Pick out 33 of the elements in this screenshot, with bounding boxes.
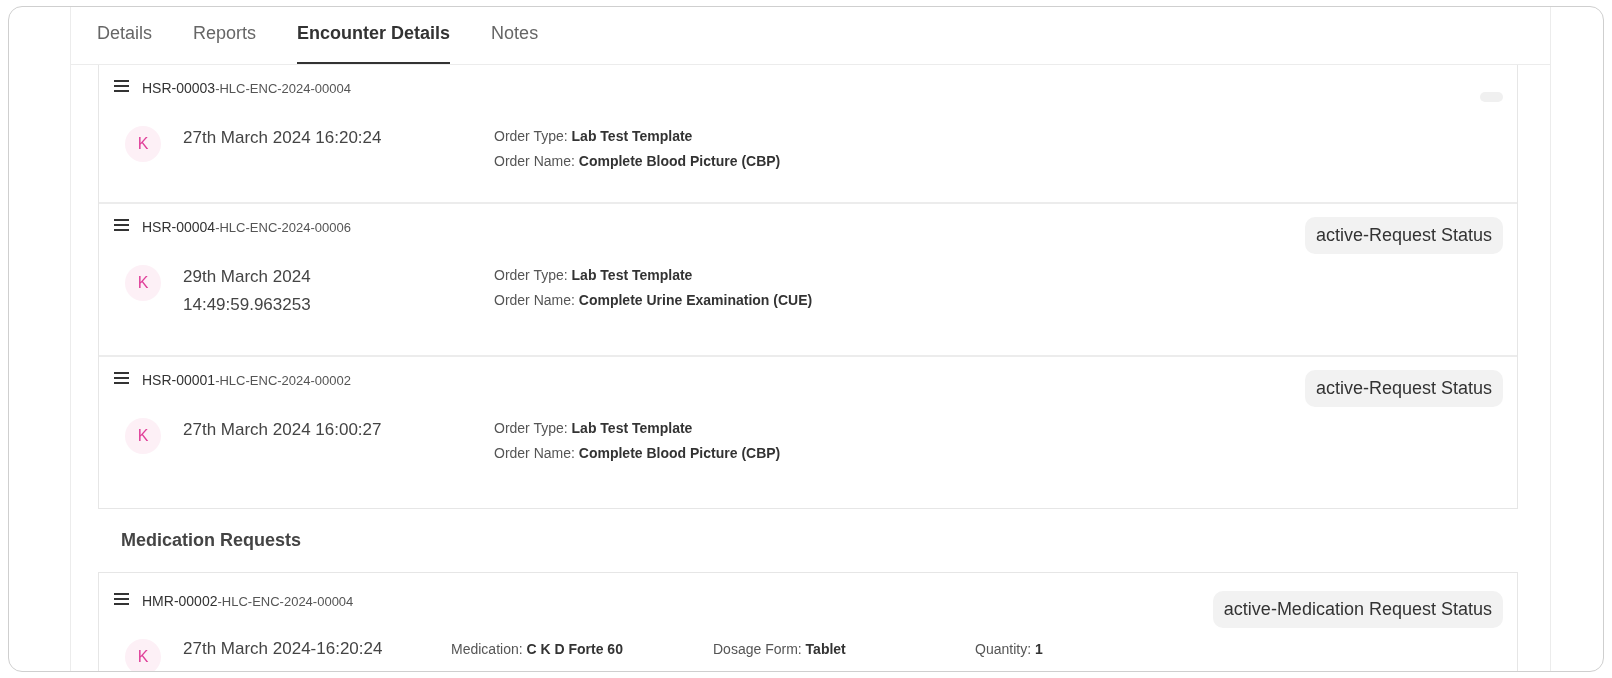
menu-icon[interactable] — [113, 371, 130, 385]
tab[interactable]: Reports — [193, 20, 257, 64]
order-field: Order Name: Complete Blood Picture (CBP) — [494, 151, 781, 172]
status-badge: active-Medication Request Status — [1212, 591, 1503, 628]
request-id: HMR-00002-HLC-ENC-2024-00004 — [142, 592, 354, 611]
order-field: Quantity: 1 — [975, 639, 1237, 660]
tab[interactable]: Notes — [491, 20, 539, 64]
order-field: Order Name: Complete Blood Picture (CBP) — [494, 443, 781, 464]
order-field: Order Type: Lab Test Template — [494, 418, 781, 439]
tab[interactable]: Encounter Details — [297, 20, 451, 64]
status-badge: active-Request Status — [1304, 370, 1503, 407]
order-date: 29th March 2024 14:49:59.963253 — [183, 266, 312, 316]
section-title: Medication Requests — [120, 529, 303, 552]
order-field: Order Name: Complete Urine Examination (CUE) — [494, 290, 813, 311]
tab[interactable]: Details — [97, 20, 153, 64]
order-date: 27th March 2024 16:20:24 — [183, 127, 383, 149]
order-field: Order Type: Lab Test Template — [494, 126, 781, 147]
avatar: K — [125, 418, 161, 454]
menu-icon[interactable] — [113, 592, 130, 606]
avatar: K — [125, 126, 161, 162]
order-field: Order Type: Lab Test Template — [494, 265, 813, 286]
avatar: K — [125, 639, 161, 671]
menu-icon[interactable] — [113, 79, 130, 93]
order-date: 27th March 2024-16:20:24 — [183, 638, 384, 660]
request-id: HSR-00004-HLC-ENC-2024-00006 — [142, 218, 351, 237]
status-badge: active-Request Status — [1304, 217, 1503, 254]
order-date: 27th March 2024 16:00:27 — [183, 419, 383, 441]
avatar: K — [125, 265, 161, 301]
request-id: HSR-00003-HLC-ENC-2024-00004 — [142, 79, 351, 98]
request-id: HSR-00001-HLC-ENC-2024-00002 — [142, 371, 351, 390]
order-field: Medication: C K D Forte 60 — [451, 639, 713, 660]
menu-icon[interactable] — [113, 218, 130, 232]
order-field: Dosage Form: Tablet — [713, 639, 975, 660]
